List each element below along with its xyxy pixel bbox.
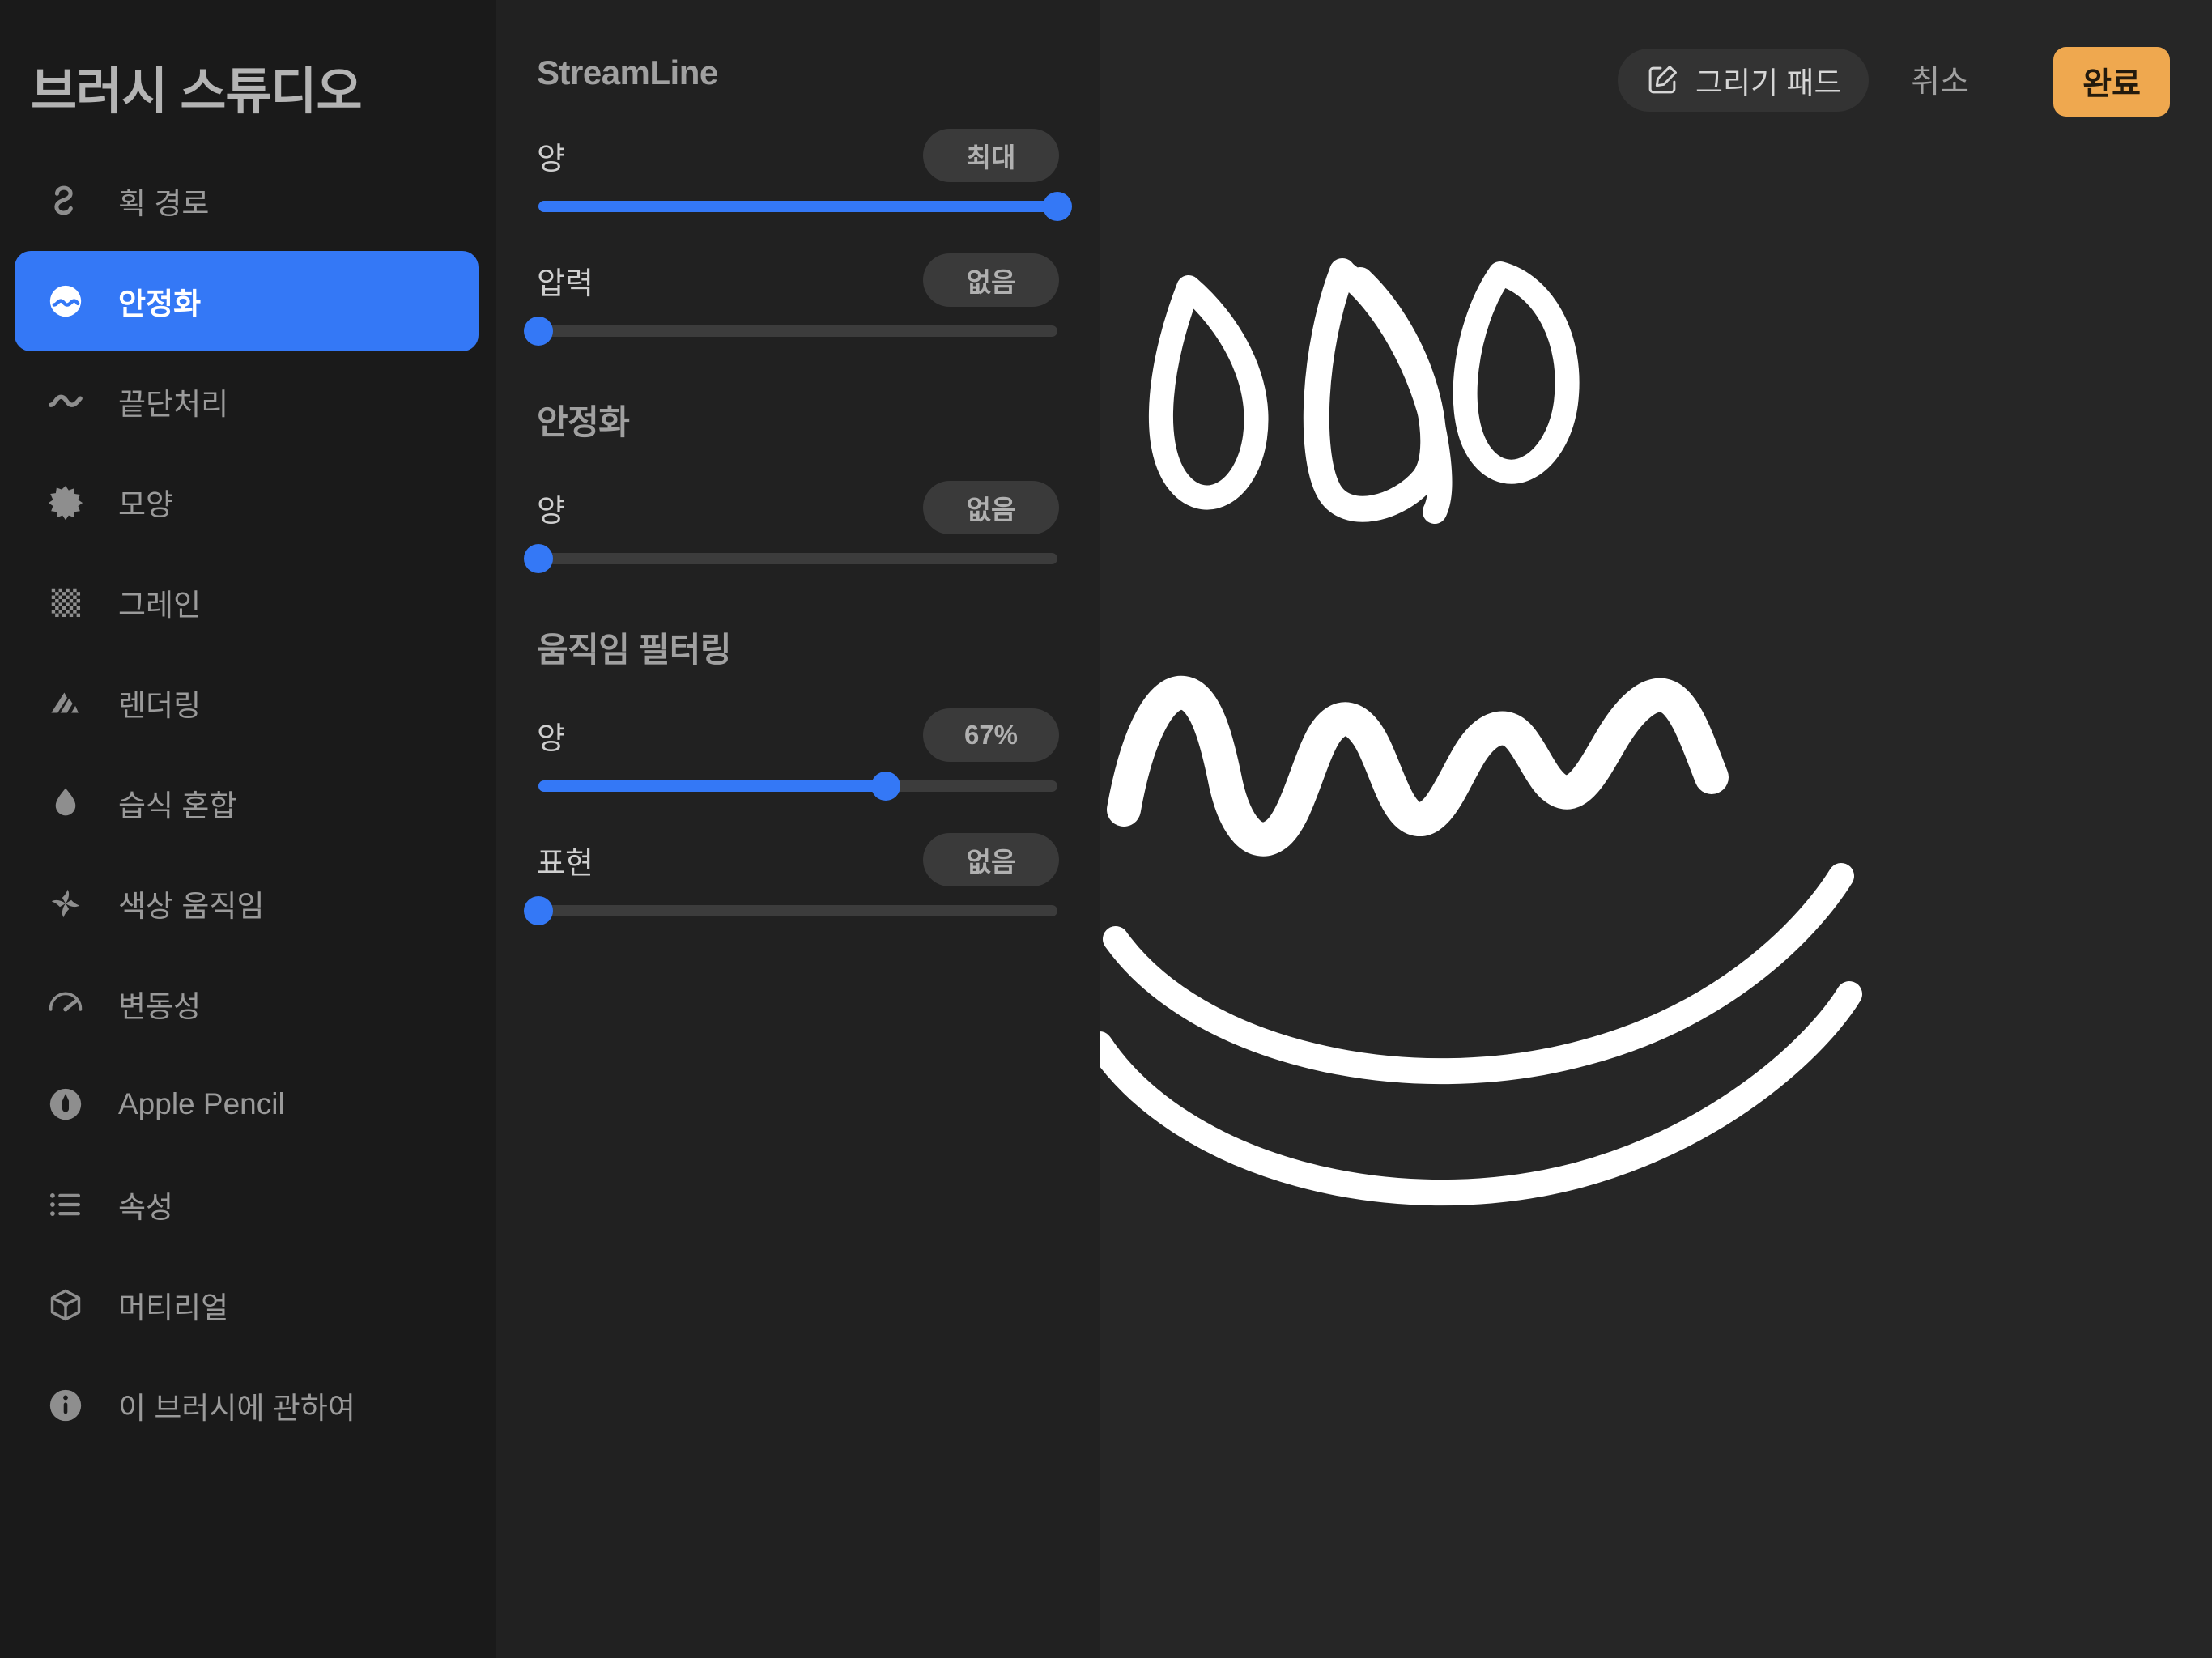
stabilization-icon: [45, 281, 86, 321]
brush-stroke-preview[interactable]: [1100, 0, 2212, 1658]
sidebar-item-5[interactable]: 그레인: [15, 552, 479, 653]
dynamics-icon: [45, 984, 86, 1024]
slider-header: 양 최대: [534, 128, 1062, 183]
sidebar-item-2[interactable]: 안정화: [15, 251, 479, 351]
sidebar-item-label: 습식 혼합: [118, 789, 237, 823]
sidebar-item-label: 그레인: [118, 589, 202, 622]
slider-control: 표현 없음: [524, 832, 1062, 925]
sidebar-item-6[interactable]: 렌더링: [15, 653, 479, 753]
drawing-pad-pane: 그리기 패드 취소 완료: [1100, 0, 2212, 1658]
slider-header: 표현 없음: [534, 832, 1062, 887]
apple-pencil-icon: [45, 1084, 86, 1124]
sidebar-item-1[interactable]: 획 경로: [15, 151, 479, 251]
slider-label: 표현: [537, 846, 593, 881]
sidebar-item-label: 속성: [118, 1191, 174, 1224]
info-icon: [45, 1385, 86, 1426]
sidebar-item-label: 렌더링: [118, 689, 202, 722]
settings-panel: StreamLine 양 최대 압력 없음 안정화 양 없음 움직임 필터링 양 67% 표현 없음: [496, 0, 1100, 1658]
sidebar-item-label: 획 경로: [118, 187, 210, 220]
shape-icon: [45, 482, 86, 522]
color-dynamics-icon: [45, 883, 86, 924]
sidebar-item-9[interactable]: 변동성: [15, 954, 479, 1054]
slider-value-badge[interactable]: 최대: [923, 129, 1059, 182]
sidebar-item-12[interactable]: 머티리얼: [15, 1255, 479, 1355]
sidebar-item-label: 머티리얼: [118, 1291, 229, 1324]
slider-control: 양 67%: [534, 708, 1062, 801]
grain-icon: [45, 582, 86, 623]
section-title: 안정화: [537, 403, 630, 441]
materials-icon: [45, 1285, 86, 1325]
slider-fill: [538, 201, 1057, 212]
sidebar-item-7[interactable]: 습식 혼합: [15, 753, 479, 853]
slider-knob[interactable]: [524, 317, 553, 346]
brush-studio-window: 브러시 스튜디오 획 경로 안정화 끝단처리 모양 그레인 렌더링 습식 혼합 색상 움직임 변…: [0, 0, 2212, 1658]
slider-track[interactable]: [524, 896, 1057, 925]
slider-track[interactable]: [538, 772, 1057, 801]
slider-track[interactable]: [524, 317, 1057, 346]
slider-control: 양 최대: [534, 128, 1072, 221]
sidebar-item-label: Apple Pencil: [118, 1087, 285, 1120]
slider-value-badge[interactable]: 없음: [923, 253, 1059, 307]
properties-icon: [45, 1184, 86, 1225]
slider-label: 양: [537, 142, 565, 176]
sidebar-item-label: 안정화: [118, 287, 202, 321]
page-title: 브러시 스튜디오: [31, 64, 363, 120]
slider-knob[interactable]: [1043, 192, 1072, 221]
slider-control: 양 없음: [524, 480, 1062, 573]
section-title: 움직임 필터링: [537, 631, 732, 669]
slider-header: 양 없음: [534, 480, 1062, 535]
taper-icon: [45, 381, 86, 422]
sidebar-nav-list: 획 경로안정화끝단처리모양그레인렌더링습식 혼합색상 움직임변동성 Apple P…: [0, 151, 496, 1456]
slider-header: 압력 없음: [534, 253, 1062, 308]
slider-header: 양 67%: [534, 708, 1062, 763]
slider-fill: [538, 780, 887, 792]
sidebar-item-11[interactable]: 속성: [15, 1154, 479, 1255]
slider-label: 양: [537, 494, 565, 529]
stroke-path-icon: [45, 181, 86, 221]
sidebar-item-label: 모양: [118, 488, 174, 521]
sidebar-item-3[interactable]: 끝단처리: [15, 351, 479, 452]
sidebar-item-4[interactable]: 모양: [15, 452, 479, 552]
slider-control: 압력 없음: [524, 253, 1062, 346]
slider-track[interactable]: [524, 544, 1057, 573]
section-title: StreamLine: [537, 53, 718, 91]
slider-value-badge[interactable]: 없음: [923, 481, 1059, 534]
slider-knob[interactable]: [524, 896, 553, 925]
slider-knob[interactable]: [524, 544, 553, 573]
sidebar-item-label: 변동성: [118, 990, 202, 1023]
slider-value-badge[interactable]: 없음: [923, 833, 1059, 886]
sidebar-item-13[interactable]: 이 브러시에 관하여: [15, 1355, 479, 1456]
sidebar: 브러시 스튜디오 획 경로안정화끝단처리모양그레인렌더링습식 혼합색상 움직임변…: [0, 0, 496, 1658]
sidebar-item-label: 끝단처리: [118, 388, 229, 421]
slider-knob[interactable]: [871, 772, 901, 801]
slider-label: 양: [537, 721, 565, 756]
wet-mix-icon: [45, 783, 86, 823]
sidebar-item-label: 이 브러시에 관하여: [118, 1392, 355, 1425]
sidebar-item-label: 색상 움직임: [118, 890, 265, 923]
slider-track[interactable]: [538, 192, 1072, 221]
rendering-icon: [45, 682, 86, 723]
slider-value-badge[interactable]: 67%: [923, 708, 1059, 762]
sidebar-item-10[interactable]: Apple Pencil: [15, 1054, 479, 1154]
sidebar-item-8[interactable]: 색상 움직임: [15, 853, 479, 954]
slider-label: 압력: [537, 266, 593, 301]
